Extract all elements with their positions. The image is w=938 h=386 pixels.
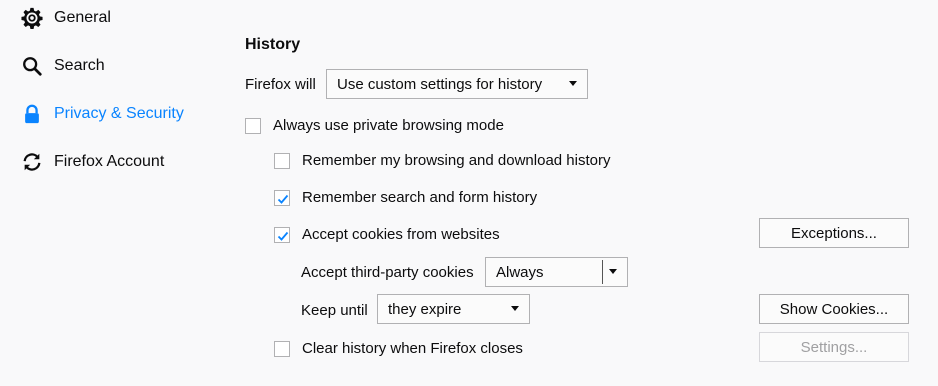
keep-until-dropdown[interactable]: they expire (377, 294, 530, 324)
remember-search-row[interactable]: Remember search and form history (274, 189, 537, 206)
sidebar-item-label: Search (54, 57, 105, 74)
sidebar-item-search[interactable]: Search (20, 50, 105, 82)
third-party-label: Accept third-party cookies (301, 264, 474, 281)
remember-browsing-label: Remember my browsing and download histor… (302, 152, 611, 169)
sync-icon (20, 150, 44, 174)
settings-button[interactable]: Settings... (759, 332, 909, 362)
remember-browsing-checkbox[interactable] (274, 152, 290, 169)
accept-cookies-checkbox[interactable] (274, 226, 290, 243)
clear-history-checkbox[interactable] (274, 340, 290, 357)
chevron-down-icon (511, 306, 519, 311)
private-mode-checkbox[interactable] (245, 117, 261, 134)
search-icon (20, 54, 44, 78)
sidebar-item-firefox-account[interactable]: Firefox Account (20, 146, 164, 178)
sidebar-item-label: Privacy & Security (54, 105, 184, 122)
dropdown-divider (602, 260, 603, 284)
sidebar-item-label: Firefox Account (54, 153, 165, 170)
keep-until-value: they expire (388, 300, 462, 318)
sidebar-item-label: General (54, 9, 111, 26)
firefox-will-label: Firefox will (245, 75, 316, 93)
keep-until-label: Keep until (301, 302, 368, 319)
exceptions-button[interactable]: Exceptions... (759, 218, 909, 248)
third-party-row: Accept third-party cookies (301, 264, 474, 281)
private-mode-row[interactable]: Always use private browsing mode (245, 117, 504, 134)
keep-until-row: Keep until (301, 302, 368, 319)
sidebar-item-general[interactable]: General (20, 2, 111, 34)
remember-search-label: Remember search and form history (302, 189, 538, 206)
history-heading: History (245, 36, 301, 53)
lock-icon (20, 102, 44, 126)
chevron-down-icon (569, 81, 577, 86)
clear-history-row[interactable]: Clear history when Firefox closes (274, 340, 523, 357)
accept-cookies-label: Accept cookies from websites (302, 226, 500, 243)
firefox-will-row: Firefox will (245, 75, 316, 93)
remember-browsing-row[interactable]: Remember my browsing and download histor… (274, 152, 610, 169)
checkmark-icon (277, 194, 289, 204)
remember-search-checkbox[interactable] (274, 189, 290, 206)
chevron-down-icon (609, 269, 617, 274)
sidebar-item-privacy-security[interactable]: Privacy & Security (20, 98, 184, 130)
checkmark-icon (277, 231, 289, 241)
third-party-dropdown[interactable]: Always (485, 257, 628, 287)
accept-cookies-row[interactable]: Accept cookies from websites (274, 226, 500, 243)
gear-icon (20, 6, 44, 30)
third-party-value: Always (496, 263, 544, 281)
show-cookies-button[interactable]: Show Cookies... (759, 294, 909, 324)
private-mode-label: Always use private browsing mode (273, 117, 504, 134)
history-mode-dropdown[interactable]: Use custom settings for history (326, 69, 588, 99)
clear-history-label: Clear history when Firefox closes (302, 340, 523, 357)
history-mode-value: Use custom settings for history (337, 75, 543, 93)
